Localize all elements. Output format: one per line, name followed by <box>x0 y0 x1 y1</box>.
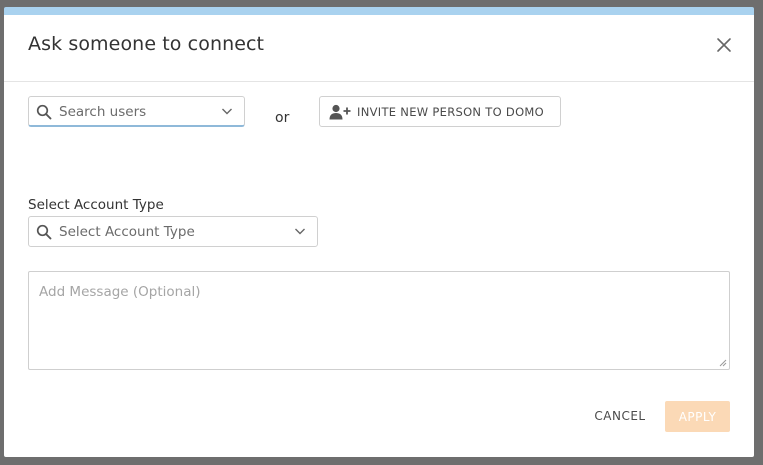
apply-button[interactable]: APPLY <box>665 401 730 432</box>
close-icon <box>717 38 731 52</box>
connect-dialog: Ask someone to connect Search users or I… <box>4 7 754 457</box>
chevron-down-icon <box>295 228 305 235</box>
account-type-dropdown[interactable]: Select Account Type <box>28 216 318 247</box>
message-placeholder: Add Message (Optional) <box>39 284 201 300</box>
search-icon <box>36 224 52 240</box>
search-icon <box>36 104 52 120</box>
dialog-title: Ask someone to connect <box>28 33 265 55</box>
search-users-dropdown[interactable]: Search users <box>28 96 245 127</box>
add-person-icon <box>329 104 351 119</box>
search-users-placeholder: Search users <box>59 104 147 120</box>
invite-button-label: INVITE NEW PERSON TO DOMO <box>357 104 545 119</box>
invite-new-person-button[interactable]: INVITE NEW PERSON TO DOMO <box>319 96 561 127</box>
close-button[interactable] <box>713 34 735 56</box>
account-type-placeholder: Select Account Type <box>59 224 195 240</box>
cancel-button[interactable]: CANCEL <box>588 401 652 431</box>
account-type-label: Select Account Type <box>28 197 164 213</box>
message-textarea[interactable]: Add Message (Optional) <box>28 271 730 370</box>
resize-handle-icon[interactable] <box>719 359 727 367</box>
or-separator: or <box>275 110 290 126</box>
dialog-header: Ask someone to connect <box>4 15 754 82</box>
chevron-down-icon <box>222 108 232 115</box>
